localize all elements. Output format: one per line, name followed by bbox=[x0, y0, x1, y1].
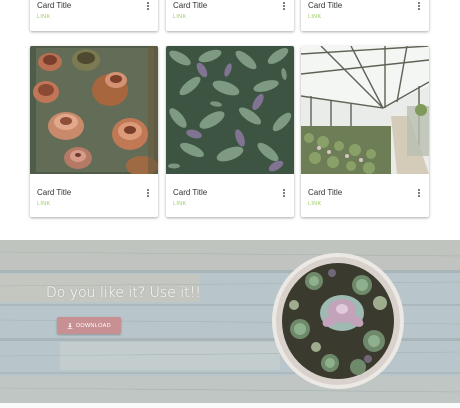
card-body: Card Title LINK bbox=[166, 185, 294, 217]
card-title: Card Title bbox=[37, 1, 72, 10]
card-body: Card Title LINK bbox=[301, 185, 429, 217]
card-leaves: Card Title LINK bbox=[166, 46, 294, 217]
card-title: Card Title bbox=[308, 1, 343, 10]
greenhouse-photo bbox=[301, 46, 429, 174]
more-vert-icon[interactable] bbox=[416, 1, 422, 11]
card-pots: Card Title LINK bbox=[30, 46, 158, 217]
card-greenhouse: Card Title LINK bbox=[301, 46, 429, 217]
card-top-3: Card Title LINK bbox=[301, 0, 429, 31]
download-icon bbox=[67, 322, 73, 329]
card-link[interactable]: LINK bbox=[308, 14, 321, 20]
card-title: Card Title bbox=[37, 188, 72, 197]
card-link[interactable]: LINK bbox=[173, 201, 186, 207]
more-vert-icon[interactable] bbox=[281, 188, 287, 198]
card-title: Card Title bbox=[308, 188, 343, 197]
more-vert-icon[interactable] bbox=[281, 1, 287, 11]
download-button[interactable]: DOWNLOAD bbox=[57, 317, 121, 334]
card-body: Card Title LINK bbox=[30, 0, 158, 30]
hero-headline: Do you like it? Use it!! bbox=[46, 285, 201, 301]
more-vert-icon[interactable] bbox=[145, 1, 151, 11]
terracotta-pots-photo bbox=[30, 46, 158, 174]
hero-section: Do you like it? Use it!! DOWNLOAD bbox=[0, 240, 460, 403]
sage-leaves-photo bbox=[166, 46, 294, 174]
card-top-1: Card Title LINK bbox=[30, 0, 158, 31]
download-button-label: DOWNLOAD bbox=[76, 322, 111, 329]
more-vert-icon[interactable] bbox=[416, 188, 422, 198]
card-link[interactable]: LINK bbox=[173, 14, 186, 20]
card-link[interactable]: LINK bbox=[37, 14, 50, 20]
card-title: Card Title bbox=[173, 188, 208, 197]
card-top-2: Card Title LINK bbox=[166, 0, 294, 31]
card-body: Card Title LINK bbox=[301, 0, 429, 30]
more-vert-icon[interactable] bbox=[145, 188, 151, 198]
card-link[interactable]: LINK bbox=[308, 201, 321, 207]
card-title: Card Title bbox=[173, 1, 208, 10]
card-body: Card Title LINK bbox=[30, 185, 158, 217]
succulent-bowl-photo bbox=[272, 253, 404, 389]
card-grid: Card Title LINK Card Title LINK Card Tit… bbox=[0, 0, 460, 240]
card-link[interactable]: LINK bbox=[37, 201, 50, 207]
page-footer bbox=[0, 403, 460, 408]
card-body: Card Title LINK bbox=[166, 0, 294, 30]
